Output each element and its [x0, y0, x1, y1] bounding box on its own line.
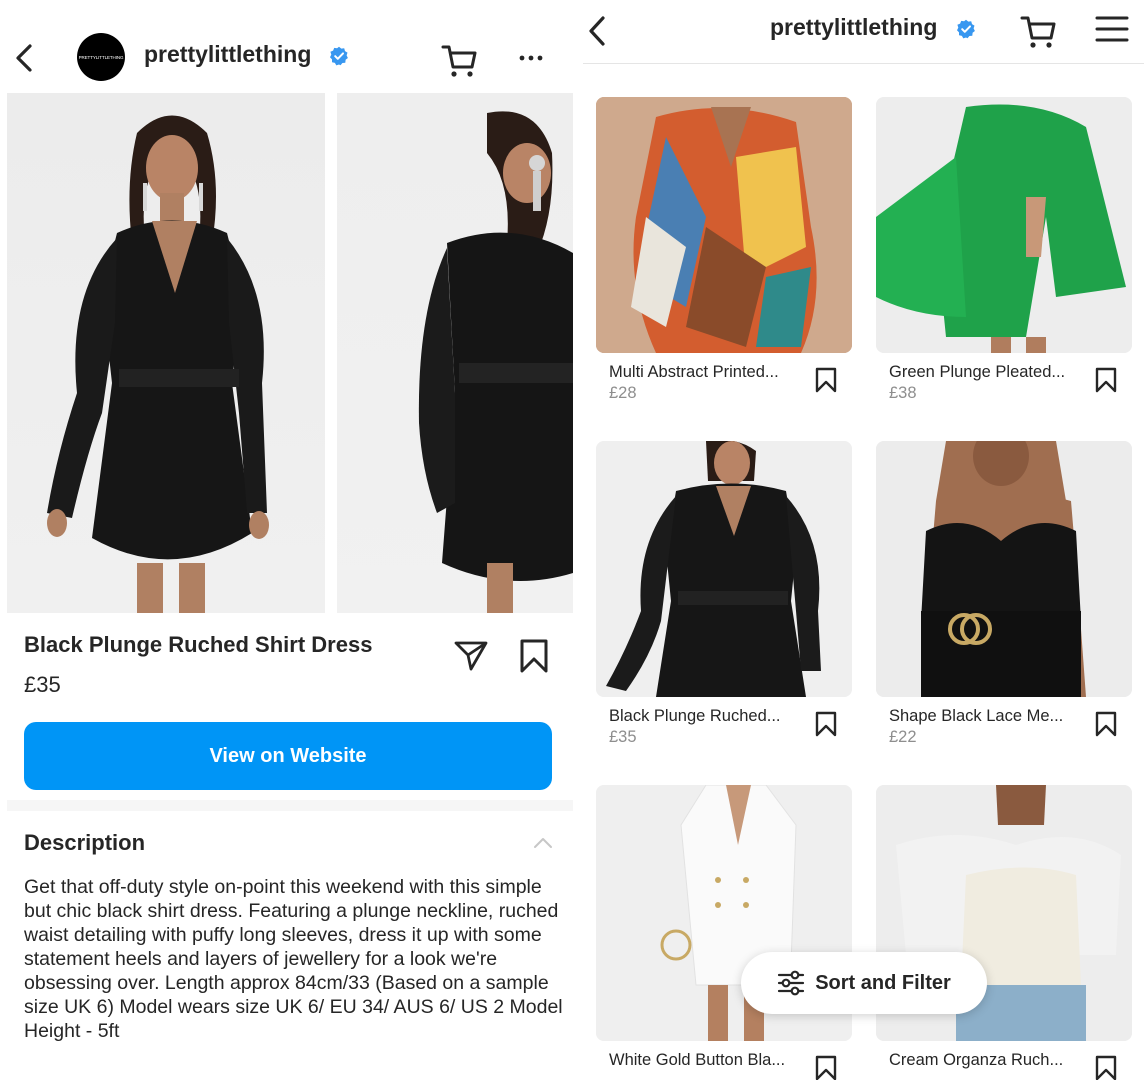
- verified-badge-icon: [957, 19, 975, 39]
- product-name: Black Plunge Ruched...: [609, 707, 781, 725]
- avatar[interactable]: PRETTYLITTLETHING: [77, 33, 125, 81]
- product-name: Cream Organza Ruch...: [889, 1051, 1064, 1069]
- green-pleated-dress-illustration: [876, 97, 1132, 353]
- product-card[interactable]: Multi Abstract Printed... £28: [596, 97, 852, 402]
- username[interactable]: prettylittlething: [144, 41, 311, 68]
- product-price: £38: [889, 384, 917, 402]
- back-arrow-icon[interactable]: [583, 12, 611, 50]
- header: prettylittlething: [583, 0, 1144, 64]
- sort-and-filter-label: Sort and Filter: [815, 971, 951, 994]
- chevron-up-icon[interactable]: [532, 836, 554, 850]
- save-bookmark-icon[interactable]: [815, 1055, 837, 1080]
- product-thumbnail[interactable]: [596, 97, 852, 353]
- cart-icon[interactable]: [440, 42, 478, 80]
- cart-icon[interactable]: [1019, 13, 1057, 51]
- product-name: Green Plunge Pleated...: [889, 363, 1066, 381]
- save-bookmark-icon[interactable]: [1095, 1055, 1117, 1080]
- menu-icon[interactable]: [1095, 14, 1129, 44]
- save-bookmark-icon[interactable]: [1095, 367, 1117, 393]
- product-name: White Gold Button Bla...: [609, 1051, 786, 1069]
- filter-sliders-icon: [778, 970, 805, 996]
- product-thumbnail[interactable]: [876, 97, 1132, 353]
- product-image-back[interactable]: [337, 93, 573, 613]
- product-thumbnail[interactable]: [876, 441, 1132, 697]
- product-detail-screen: PRETTYLITTLETHING prettylittlething Blac…: [0, 0, 580, 1080]
- back-arrow-icon[interactable]: [8, 38, 40, 78]
- black-lace-corset-illustration: [876, 441, 1132, 697]
- product-title: Black Plunge Ruched Shirt Dress: [24, 632, 373, 657]
- section-divider: [7, 800, 573, 811]
- product-price: £35: [24, 672, 61, 697]
- more-options-icon[interactable]: [516, 52, 546, 64]
- black-shirt-dress-illustration: [596, 441, 852, 697]
- shop-grid-screen: prettylittlething Multi Abstract Printed…: [583, 0, 1144, 1080]
- save-bookmark-icon[interactable]: [519, 638, 549, 674]
- sort-and-filter-button[interactable]: Sort and Filter: [741, 952, 987, 1014]
- product-name: Multi Abstract Printed...: [609, 363, 779, 381]
- product-price: £35: [609, 728, 637, 746]
- model-front-illustration: [47, 115, 269, 613]
- multi-print-shirt-illustration: [596, 97, 852, 353]
- product-image-carousel[interactable]: [7, 93, 573, 613]
- header: PRETTYLITTLETHING prettylittlething: [0, 0, 580, 92]
- product-image-front[interactable]: [7, 93, 325, 613]
- username[interactable]: prettylittlething: [770, 14, 937, 41]
- avatar-logo-text: PRETTYLITTLETHING: [78, 54, 124, 60]
- save-bookmark-icon[interactable]: [815, 367, 837, 393]
- product-price: £22: [889, 728, 917, 746]
- product-thumbnail[interactable]: [596, 441, 852, 697]
- verified-badge-icon: [330, 46, 348, 66]
- description-text: Get that off-duty style on-point this we…: [24, 876, 563, 1042]
- save-bookmark-icon[interactable]: [815, 711, 837, 737]
- model-back-illustration: [418, 111, 573, 613]
- view-on-website-button[interactable]: View on Website: [24, 722, 552, 790]
- save-bookmark-icon[interactable]: [1095, 711, 1117, 737]
- product-card[interactable]: Black Plunge Ruched... £35: [596, 441, 852, 746]
- product-price: £28: [609, 384, 637, 402]
- share-icon[interactable]: [454, 640, 488, 672]
- product-name: Shape Black Lace Me...: [889, 707, 1064, 725]
- product-card[interactable]: Shape Black Lace Me... £22: [876, 441, 1132, 746]
- product-card[interactable]: Green Plunge Pleated... £38: [876, 97, 1132, 402]
- description-heading: Description: [24, 830, 146, 855]
